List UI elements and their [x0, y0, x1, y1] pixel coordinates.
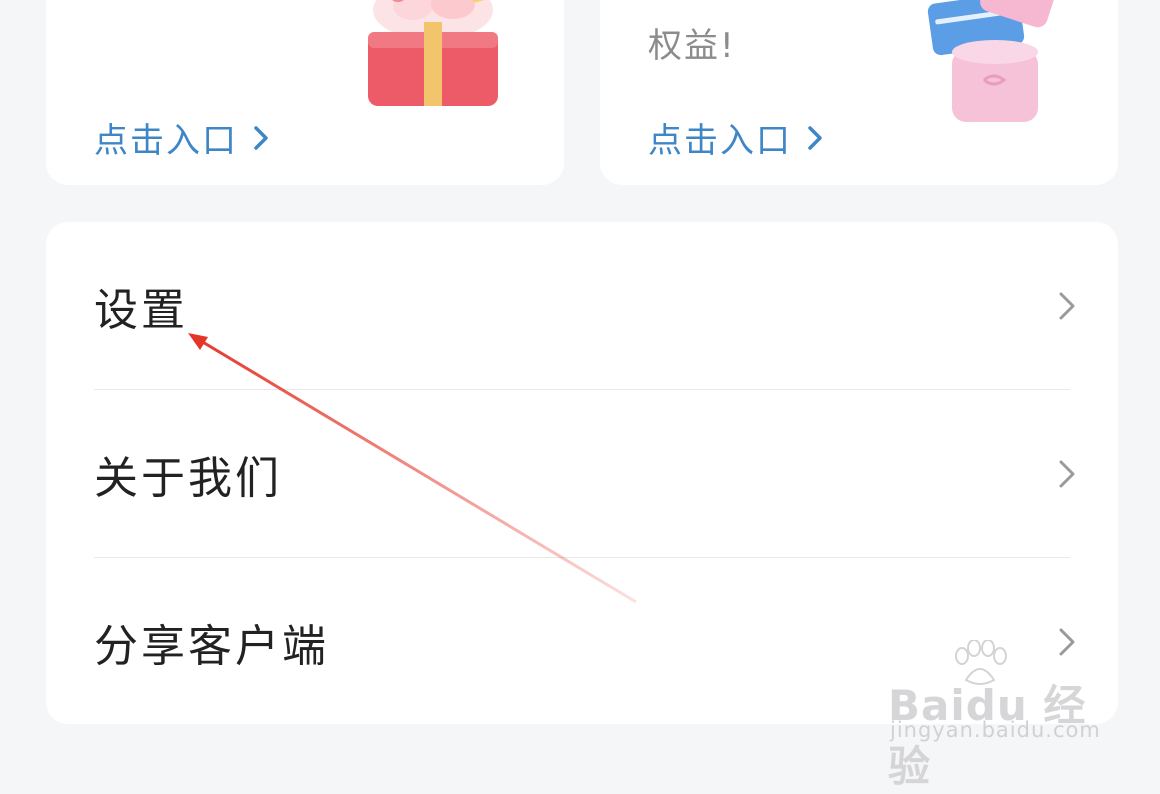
- promo-entry-label: 点击入口: [648, 121, 792, 161]
- promo-note-text: 权益!: [648, 26, 736, 66]
- chevron-right-icon: [1059, 460, 1075, 487]
- chevron-right-icon: [808, 125, 822, 150]
- menu-item-label: 设置: [94, 284, 188, 336]
- menu-item-share-client[interactable]: 分享客户端: [46, 558, 1118, 725]
- card-box-illustration: [927, 0, 1054, 122]
- promo-card-left[interactable]: 点击入口: [46, 0, 564, 185]
- chevron-right-icon: [1059, 628, 1075, 655]
- chevron-right-icon: [1059, 292, 1075, 319]
- menu-item-about-us[interactable]: 关于我们: [46, 390, 1118, 557]
- menu-item-label: 关于我们: [94, 452, 282, 504]
- menu-list: 设置 关于我们 分享客户端: [46, 222, 1118, 724]
- promo-entry-link-right[interactable]: 点击入口: [648, 113, 828, 162]
- promo-entry-label: 点击入口: [94, 121, 238, 161]
- promo-card-right[interactable]: 权益! 点击入口: [600, 0, 1118, 185]
- menu-item-label: 分享客户端: [94, 620, 329, 672]
- chevron-right-icon: [254, 125, 268, 150]
- promo-entry-link-left[interactable]: 点击入口: [94, 113, 274, 162]
- gift-box-illustration: [368, 0, 498, 106]
- menu-item-settings[interactable]: 设置: [46, 222, 1118, 389]
